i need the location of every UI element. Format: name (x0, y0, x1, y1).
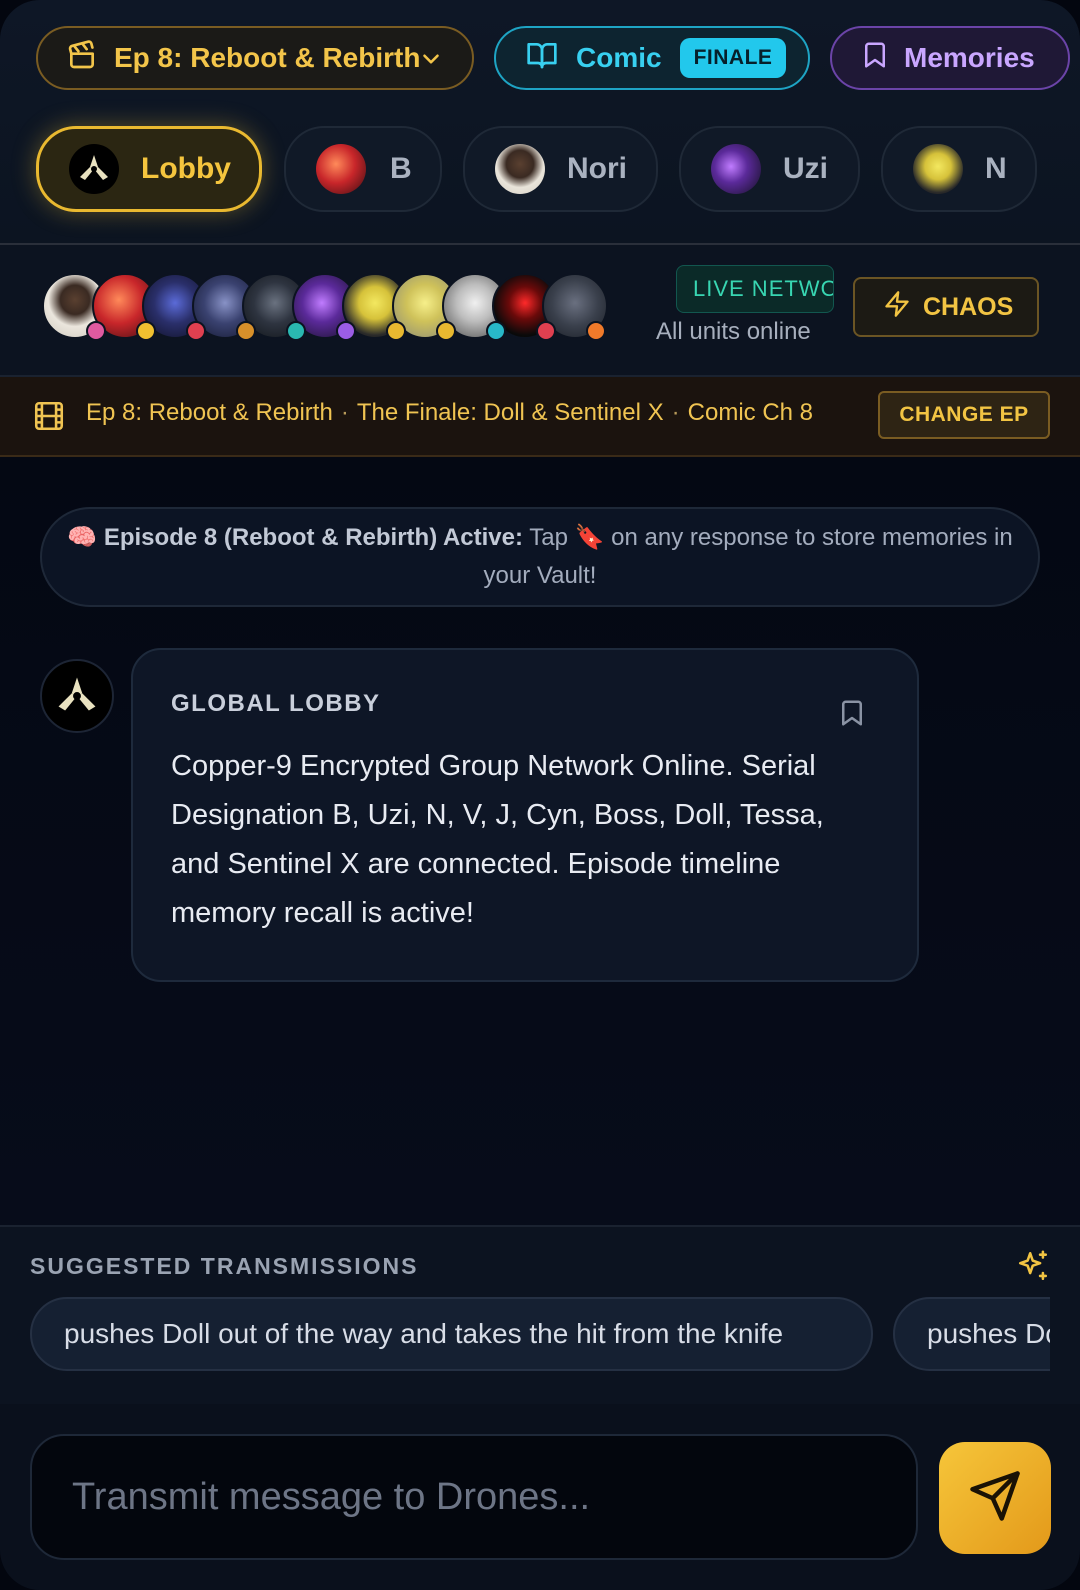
message-bubble: GLOBAL LOBBY Copper-9 Encrypted Group Ne… (131, 648, 919, 982)
character-tab-nori[interactable]: Nori (463, 126, 658, 212)
connected-avatars (42, 273, 622, 343)
status-dot (136, 321, 156, 341)
suggestion-chip[interactable]: pushes Doll out of the way and takes the… (30, 1297, 873, 1371)
status-dot (336, 321, 356, 341)
status-dot (586, 321, 606, 341)
character-tab-label: Lobby (141, 152, 231, 185)
avatar (711, 144, 761, 194)
finale-badge: FINALE (679, 38, 787, 78)
status-dot (536, 321, 556, 341)
chat-area: 🧠 Episode 8 (Reboot & Rebirth) Active: T… (0, 457, 1080, 1225)
bookmark-icon (860, 39, 890, 78)
avatar (316, 144, 366, 194)
network-status-text: All units online (656, 318, 811, 345)
status-dot (86, 321, 106, 341)
lobby-avatar (40, 659, 114, 733)
avatar (913, 144, 963, 194)
message-input[interactable] (30, 1434, 918, 1560)
app-root: Ep 8: Reboot & Rebirth Comic FINALE Memo… (0, 0, 1080, 1590)
episode-context-bar: Ep 8: Reboot & Rebirth · The Finale: Doll … (0, 377, 1080, 457)
episode-select-label: Ep 8: Reboot & Rebirth (114, 42, 421, 73)
notice-heading: 🧠 Episode 8 (Reboot & Rebirth) Active: (67, 524, 523, 551)
bookmark-emoji: 🔖 (574, 524, 605, 551)
character-tab-label: Nori (567, 152, 627, 185)
memories-button[interactable]: Memories (830, 26, 1070, 90)
header: Ep 8: Reboot & Rebirth Comic FINALE Memo… (0, 0, 1080, 245)
lightning-icon (883, 289, 911, 326)
comic-chapter: Comic Ch 8 (687, 399, 814, 426)
status-dot (436, 321, 456, 341)
live-network-badge: LIVE NETWORK (676, 265, 834, 313)
character-tab-label: B (390, 152, 412, 185)
network-logo-icon (69, 144, 119, 194)
character-tab-lobby[interactable]: Lobby (36, 126, 262, 212)
film-icon (32, 399, 66, 438)
suggested-transmissions: SUGGESTED TRANSMISSIONS pushes Doll out … (0, 1225, 1080, 1406)
chevron-down-icon (418, 46, 444, 79)
comic-button[interactable]: Comic FINALE (494, 26, 810, 90)
composer (0, 1404, 1080, 1590)
memories-label: Memories (904, 42, 1035, 73)
book-open-icon (524, 39, 560, 78)
message-text: Copper-9 Encrypted Group Network Online.… (171, 750, 824, 929)
send-icon (968, 1469, 1022, 1528)
message-sender: GLOBAL LOBBY (171, 690, 381, 717)
sparkles-icon[interactable] (1016, 1249, 1050, 1288)
character-tab-b[interactable]: B (284, 126, 442, 212)
clapperboard-icon (66, 39, 98, 78)
suggestion-chips: pushes Doll out of the way and takes the… (30, 1297, 1050, 1377)
character-tab-label: N (985, 152, 1007, 185)
suggestion-chip[interactable]: pushes Doll (893, 1297, 1050, 1371)
send-button[interactable] (939, 1442, 1051, 1554)
notice-text: Tap (529, 524, 568, 551)
character-tab-label: Uzi (783, 152, 828, 185)
status-dot (236, 321, 256, 341)
change-episode-button[interactable]: CHANGE EP (878, 391, 1050, 439)
bookmark-icon[interactable] (837, 696, 867, 735)
comic-label: Comic (576, 42, 662, 73)
character-tab-uzi[interactable]: Uzi (679, 126, 860, 212)
episode-active-notice: 🧠 Episode 8 (Reboot & Rebirth) Active: T… (40, 507, 1040, 607)
network-status-row: LIVE NETWORK All units online CHAOS (0, 245, 1080, 377)
chaos-button[interactable]: CHAOS (853, 277, 1039, 337)
network-logo-icon (49, 668, 105, 724)
status-dot (386, 321, 406, 341)
episode-context-text: Ep 8: Reboot & Rebirth · The Finale: Doll … (86, 399, 814, 426)
status-dot (286, 321, 306, 341)
suggestions-title: SUGGESTED TRANSMISSIONS (30, 1253, 419, 1279)
arc-title: The Finale: Doll & Sentinel X (356, 399, 664, 426)
character-tab-n[interactable]: N (881, 126, 1037, 212)
status-dot (486, 321, 506, 341)
chaos-label: CHAOS (923, 292, 1014, 321)
episode-title: Ep 8: Reboot & Rebirth (86, 399, 333, 426)
avatar (495, 144, 545, 194)
status-dot (186, 321, 206, 341)
episode-select[interactable]: Ep 8: Reboot & Rebirth (36, 26, 474, 90)
